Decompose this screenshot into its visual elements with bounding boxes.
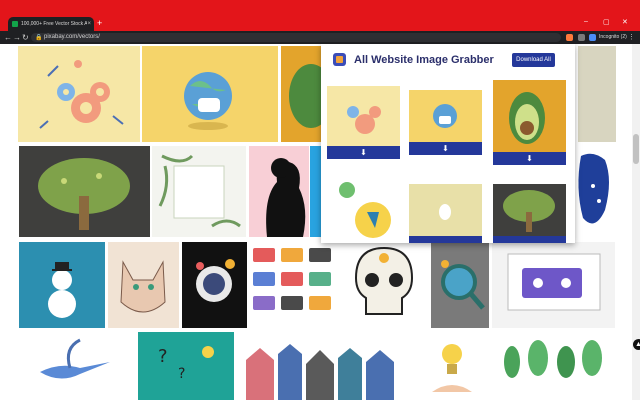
site-favicon-icon: [12, 21, 18, 27]
cassette-illustration[interactable]: [492, 242, 615, 328]
gears-illustration[interactable]: [18, 46, 140, 142]
grabbed-image-reading: [327, 172, 400, 243]
minimize-button[interactable]: –: [584, 18, 588, 25]
window-close-button[interactable]: ✕: [622, 18, 628, 26]
extension-icon[interactable]: [589, 34, 596, 41]
download-button[interactable]: ⬇: [409, 142, 482, 155]
browser-toolbar: ← → ↻ 🔒 pixabay.com/vectors/ Incognito (…: [0, 31, 640, 44]
lightbulb-hand-illustration[interactable]: [412, 332, 490, 400]
avocado-illustration-partial[interactable]: [281, 46, 323, 142]
back-arrow-icon[interactable]: ←: [4, 32, 12, 43]
hummingbird-illustration[interactable]: [30, 332, 125, 400]
cameras-illustration[interactable]: [249, 242, 337, 328]
url-text: pixabay.com/vectors/: [44, 34, 100, 40]
new-tab-button[interactable]: +: [97, 18, 102, 28]
sugar-skull-illustration[interactable]: [340, 242, 428, 328]
address-bar[interactable]: 🔒 pixabay.com/vectors/: [31, 33, 561, 42]
svg-text:?: ?: [158, 346, 168, 367]
snowman-illustration[interactable]: [19, 242, 105, 328]
svg-text:?: ?: [178, 366, 185, 382]
question-marks-illustration[interactable]: ??: [138, 332, 234, 400]
grabbed-image-globe: [409, 90, 482, 142]
download-button[interactable]: [409, 236, 482, 243]
tab-title: 100,000+ Free Vector Stock Art I: [21, 21, 88, 27]
forward-arrow-icon[interactable]: →: [13, 32, 21, 43]
houses-illustration[interactable]: [240, 332, 400, 400]
image-grabber-logo-icon: [333, 53, 346, 66]
sphynx-cat-illustration[interactable]: [108, 242, 179, 328]
globe-mask-illustration[interactable]: [142, 46, 278, 142]
scrollbar-thumb[interactable]: [633, 134, 639, 164]
menu-dots-icon[interactable]: ⋮: [628, 32, 635, 43]
browser-tab[interactable]: 100,000+ Free Vector Stock Art I ×: [8, 17, 94, 31]
tab-strip: 100,000+ Free Vector Stock Art I × + – ▢…: [0, 0, 640, 31]
reload-icon[interactable]: ↻: [22, 32, 29, 43]
leaves-illustration[interactable]: [492, 332, 615, 400]
grabbed-image-avocado: [493, 80, 566, 152]
download-button[interactable]: ⬇: [493, 152, 566, 165]
scroll-top-icon[interactable]: ▲: [633, 339, 640, 350]
download-button[interactable]: [493, 236, 566, 243]
extension-icon[interactable]: [566, 34, 573, 41]
grabbed-image-tree: [493, 184, 566, 236]
grabbed-image-gears: [327, 86, 400, 146]
lock-icon: 🔒: [35, 35, 43, 41]
tab-close-icon[interactable]: ×: [87, 21, 91, 27]
leaf-frame-illustration[interactable]: [152, 146, 246, 237]
magnifier-globe-illustration[interactable]: [431, 242, 489, 328]
download-button[interactable]: ⬇: [327, 146, 400, 159]
maximize-button[interactable]: ▢: [603, 18, 610, 26]
profile-label[interactable]: Incognito (2): [599, 33, 627, 42]
grabbed-image-mouse: [409, 184, 482, 236]
image-grabber-popup: All Website Image Grabber Download All ⬇…: [321, 44, 575, 243]
beige-image[interactable]: [578, 46, 616, 142]
australia-map-illustration[interactable]: [575, 146, 615, 237]
popup-title: All Website Image Grabber: [354, 54, 494, 66]
tree-illustration[interactable]: [19, 146, 150, 237]
extension-puzzle-icon[interactable]: [578, 34, 585, 41]
download-all-button[interactable]: Download All: [512, 53, 555, 67]
astronaut-illustration[interactable]: [182, 242, 247, 328]
couple-silhouette-illustration[interactable]: [249, 146, 309, 237]
